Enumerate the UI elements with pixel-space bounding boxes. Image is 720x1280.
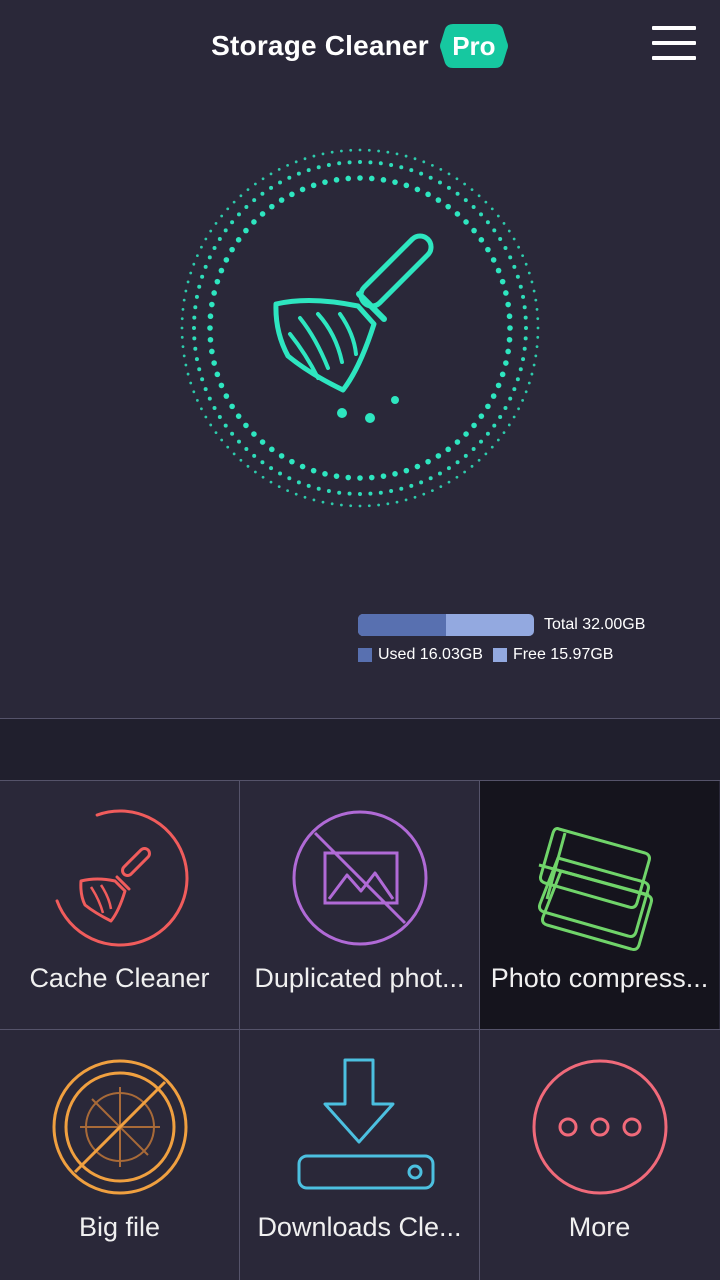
big-file-icon (52, 1059, 187, 1195)
app-header: Storage Cleaner Pro (0, 0, 720, 96)
pro-badge-text: Pro (452, 30, 496, 61)
tile-label: Big file (78, 1212, 161, 1242)
storage-free-label: Free 15.97GB (512, 646, 614, 663)
title-group: Storage Cleaner Pro (0, 22, 720, 70)
used-legend-swatch (358, 648, 372, 662)
tile-label: Downloads Cle... (257, 1212, 462, 1242)
tools-grid: Cache Cleaner Duplicated phot... Photo c… (0, 781, 720, 1280)
no-image-icon (292, 810, 427, 946)
storage-used-fill (358, 614, 446, 636)
photo-stack-icon (537, 827, 653, 951)
storage-total-label: Total 32.00GB (544, 616, 646, 633)
download-icon (297, 1058, 434, 1190)
grid-divider (479, 781, 480, 1280)
tile-downloads-cleaner[interactable]: Downloads Cle... (240, 1030, 479, 1278)
grid-divider (0, 1029, 720, 1030)
tile-cache-cleaner[interactable]: Cache Cleaner (0, 781, 239, 1029)
clean-button[interactable] (160, 128, 560, 528)
broom-icon (180, 148, 540, 508)
menu-icon (652, 26, 696, 30)
tile-label: More (568, 1212, 631, 1242)
app-screen: Storage Cleaner Pro Total 32.00GB Used 1… (0, 0, 720, 1280)
broom-icon (55, 809, 188, 947)
storage-summary: Total 32.00GB Used 16.03GB Free 15.97GB (358, 614, 698, 664)
pro-badge: Pro (439, 22, 509, 70)
separator-band (0, 719, 720, 780)
tile-label: Photo compress... (490, 963, 709, 993)
app-title: Storage Cleaner (211, 30, 429, 61)
grid-divider (239, 781, 240, 1280)
tile-label: Cache Cleaner (29, 963, 210, 993)
tile-big-file[interactable]: Big file (0, 1030, 239, 1278)
tile-more[interactable]: More (480, 1030, 719, 1278)
more-icon (532, 1059, 667, 1195)
tile-label: Duplicated phot... (254, 963, 465, 993)
storage-usage-bar (358, 614, 534, 636)
tile-photo-compress[interactable]: Photo compress... (480, 781, 719, 1029)
free-legend-swatch (492, 648, 507, 662)
storage-used-label: Used 16.03GB (378, 646, 483, 663)
menu-button[interactable] (652, 26, 696, 62)
tile-duplicated-photos[interactable]: Duplicated phot... (240, 781, 479, 1029)
